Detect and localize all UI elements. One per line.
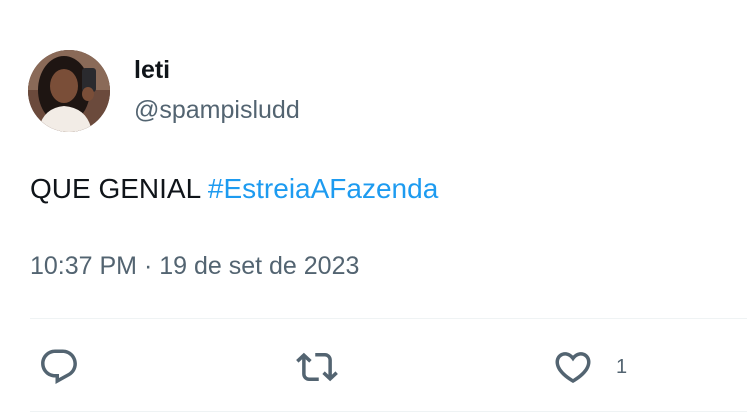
display-name[interactable]: leti <box>134 54 170 86</box>
avatar[interactable] <box>28 50 110 132</box>
tweet-text: QUE GENIAL #EstreiaAFazenda <box>30 170 438 208</box>
retweet-button[interactable] <box>296 346 338 388</box>
retweet-arrows-icon <box>296 352 338 382</box>
reply-bubble-icon <box>41 349 77 384</box>
user-handle[interactable]: @spampisludd <box>134 94 300 126</box>
like-button[interactable]: 1 <box>552 346 627 388</box>
divider <box>30 318 747 319</box>
tweet-timestamp[interactable]: 10:37 PM · 19 de set de 2023 <box>30 250 359 282</box>
hashtag-link[interactable]: #EstreiaAFazenda <box>208 173 438 204</box>
reply-button[interactable] <box>38 346 80 388</box>
heart-icon <box>555 352 591 384</box>
like-count: 1 <box>616 356 628 378</box>
tweet-text-body: QUE GENIAL <box>30 173 208 204</box>
divider <box>30 411 747 412</box>
avatar-photo <box>28 50 110 132</box>
